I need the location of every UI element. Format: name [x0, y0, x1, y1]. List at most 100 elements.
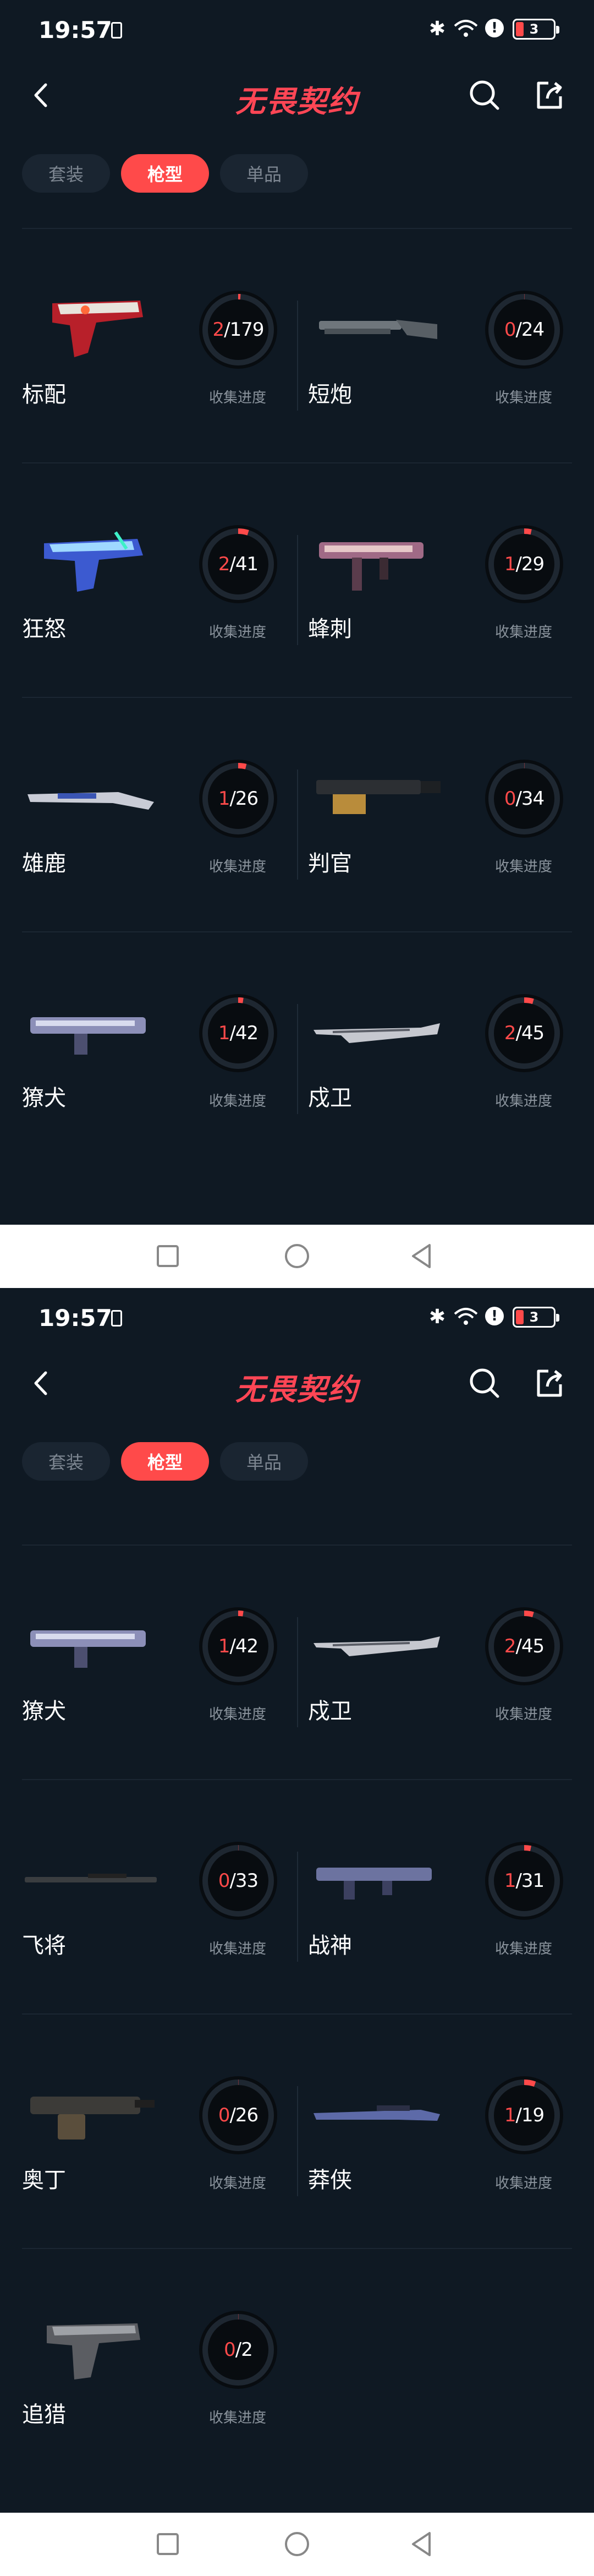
progress-count: 0/24 — [504, 319, 544, 341]
total-count: 42 — [235, 1022, 258, 1044]
total-count: 41 — [235, 553, 258, 575]
search-button[interactable] — [465, 76, 504, 114]
search-button[interactable] — [465, 1364, 504, 1402]
screen-2: 19:57 ✱ ! 3 无畏契约 套装 枪型 单品 獠犬 1/42 收集进度 戍卫 2/… — [0, 1288, 594, 2576]
app-title: 无畏契约 — [235, 84, 359, 119]
weapon-card[interactable]: 莽侠 1/19 收集进度 — [308, 2015, 583, 2249]
recents-button[interactable] — [153, 2529, 183, 2559]
system-nav-bar — [0, 1225, 594, 1288]
share-icon — [537, 1369, 562, 1397]
weapon-name: 奥丁 — [22, 2168, 66, 2193]
weapon-card[interactable]: 短炮 0/24 收集进度 — [308, 229, 583, 463]
weapon-name: 蜂刺 — [308, 616, 352, 642]
progress-ring: 0/34 — [485, 760, 563, 838]
progress-label: 收集进度 — [495, 624, 553, 641]
wifi-icon — [452, 1307, 480, 1327]
tab-bar: 套装 枪型 单品 — [22, 1442, 308, 1481]
progress-count: 2/45 — [504, 1022, 544, 1044]
tab-weapon-types[interactable]: 枪型 — [121, 1442, 209, 1481]
collected-count: 1 — [504, 2104, 516, 2126]
progress-count: 2/179 — [212, 319, 264, 341]
progress-label: 收集进度 — [209, 1093, 267, 1110]
back-nav-button[interactable] — [407, 1241, 437, 1271]
progress-ring: 2/179 — [199, 291, 277, 369]
tab-items[interactable]: 单品 — [220, 154, 308, 193]
collected-count: 2 — [504, 1022, 516, 1044]
search-icon — [470, 1368, 499, 1398]
status-time: 19:57 — [38, 17, 112, 43]
weapon-card[interactable]: 奥丁 0/26 收集进度 — [22, 2015, 297, 2249]
tab-weapon-types[interactable]: 枪型 — [121, 154, 209, 193]
weapon-card[interactable]: 飞将 0/33 收集进度 — [22, 1780, 297, 2015]
sim-icon — [111, 1310, 122, 1327]
weapon-card[interactable]: 战神 1/31 收集进度 — [308, 1780, 583, 2015]
progress-count: 0/26 — [218, 2104, 258, 2126]
back-nav-button[interactable] — [407, 2529, 437, 2559]
progress-ring: 0/24 — [485, 291, 563, 369]
total-count: 31 — [521, 1870, 544, 1892]
weapon-card[interactable]: 狂怒 2/41 收集进度 — [22, 463, 297, 698]
progress-label: 收集进度 — [209, 2410, 267, 2426]
weapon-image — [22, 990, 160, 1073]
collected-count: 1 — [218, 788, 230, 810]
progress-ring: 1/42 — [199, 1607, 277, 1685]
weapon-row: 追猎 0/2 收集进度 — [22, 2248, 572, 2482]
weapon-name: 戍卫 — [308, 1085, 352, 1111]
weapon-image — [308, 756, 446, 838]
weapon-card[interactable]: 追猎 0/2 收集进度 — [22, 2249, 297, 2484]
collected-count: 1 — [218, 1022, 230, 1044]
weapon-image — [308, 521, 446, 604]
square-icon — [157, 2533, 179, 2555]
status-time: 19:57 — [38, 1305, 112, 1331]
weapon-card[interactable]: 獠犬 1/42 收集进度 — [22, 932, 297, 1167]
collected-count: 1 — [504, 1870, 516, 1892]
collected-count: 2 — [212, 319, 224, 341]
bluetooth-icon: ✱ — [428, 1305, 446, 1328]
app-bar: 无畏契约 — [0, 65, 594, 125]
weapon-name: 狂怒 — [22, 616, 66, 642]
share-button[interactable] — [530, 76, 569, 114]
battery-icon: 3 — [513, 19, 559, 40]
column-divider — [297, 301, 298, 411]
home-button[interactable] — [282, 2529, 312, 2559]
weapon-card[interactable]: 戍卫 2/45 收集进度 — [308, 932, 583, 1167]
progress-ring: 2/45 — [485, 994, 563, 1072]
bluetooth-icon: ✱ — [428, 17, 446, 40]
weapon-card[interactable]: 雄鹿 1/26 收集进度 — [22, 698, 297, 932]
progress-label: 收集进度 — [495, 2175, 553, 2192]
weapon-row: 标配 2/179 收集进度 短炮 0/24 收集进度 — [22, 228, 572, 462]
tab-items[interactable]: 单品 — [220, 1442, 308, 1481]
progress-count: 2/41 — [218, 553, 258, 575]
weapon-card[interactable]: 戍卫 2/45 收集进度 — [308, 1546, 583, 1780]
weapon-card[interactable]: 獠犬 1/42 收集进度 — [22, 1546, 297, 1780]
recents-button[interactable] — [153, 1241, 183, 1271]
progress-ring: 2/41 — [199, 525, 277, 603]
tab-suits[interactable]: 套装 — [22, 1442, 110, 1481]
weapon-row: 雄鹿 1/26 收集进度 判官 0/34 收集进度 — [22, 697, 572, 931]
progress-count: 2/45 — [504, 1635, 544, 1657]
system-nav-bar — [0, 2513, 594, 2576]
weapon-card[interactable]: 判官 0/34 收集进度 — [308, 698, 583, 932]
progress-count: 0/2 — [224, 2339, 253, 2361]
alert-icon: ! — [485, 1307, 504, 1325]
square-icon — [157, 1245, 179, 1267]
weapon-name: 雄鹿 — [22, 851, 66, 876]
progress-count: 1/31 — [504, 1870, 544, 1892]
progress-count: 1/26 — [218, 788, 258, 810]
weapon-name: 追猎 — [22, 2402, 66, 2427]
share-icon — [537, 81, 562, 109]
progress-ring: 1/29 — [485, 525, 563, 603]
column-divider — [297, 1617, 298, 1727]
weapon-card[interactable]: 蜂刺 1/29 收集进度 — [308, 463, 583, 698]
home-button[interactable] — [282, 1241, 312, 1271]
progress-ring: 1/26 — [199, 760, 277, 838]
collected-count: 1 — [218, 1635, 230, 1657]
weapon-image — [22, 1603, 160, 1686]
weapon-row: 飞将 0/33 收集进度 战神 1/31 收集进度 — [22, 1779, 572, 2013]
total-count: 29 — [521, 553, 544, 575]
tab-suits[interactable]: 套装 — [22, 154, 110, 193]
total-count: 45 — [521, 1635, 544, 1657]
progress-label: 收集进度 — [209, 624, 267, 641]
share-button[interactable] — [530, 1364, 569, 1402]
weapon-card[interactable]: 标配 2/179 收集进度 — [22, 229, 297, 463]
